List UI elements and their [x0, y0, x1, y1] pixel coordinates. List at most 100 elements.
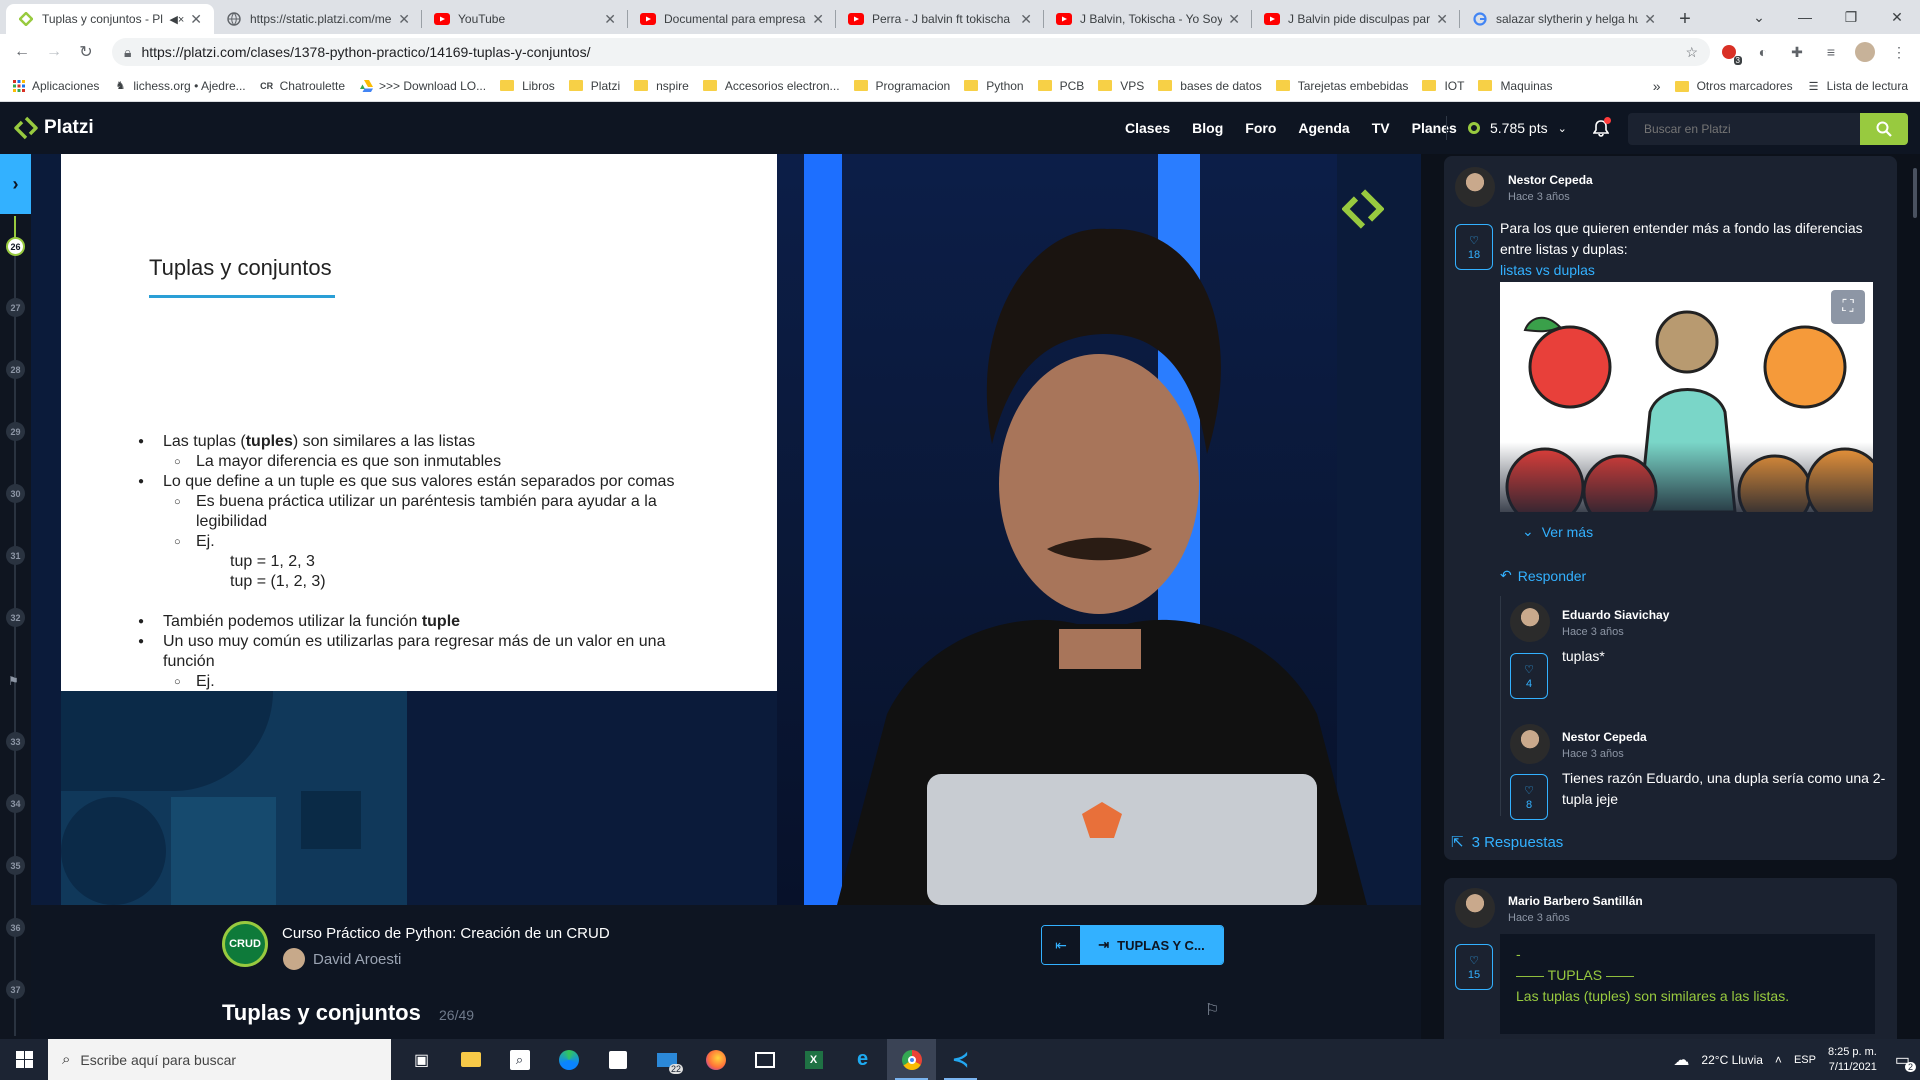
comment-author[interactable]: Mario Barbero Santillán	[1508, 894, 1643, 908]
forward-icon[interactable]: →	[40, 38, 68, 66]
close-tab-icon[interactable]: ✕	[812, 11, 824, 28]
rail-class[interactable]: 31	[6, 546, 25, 565]
avatar[interactable]	[1510, 724, 1550, 764]
bookmark-folder[interactable]: Maquinas	[1478, 79, 1552, 93]
comment-link[interactable]: listas vs duplas	[1500, 262, 1595, 278]
close-window-button[interactable]: ✕	[1874, 0, 1920, 34]
profile-avatar[interactable]	[1854, 41, 1876, 63]
tab-search-icon[interactable]: ⌄	[1736, 0, 1782, 34]
reply-author[interactable]: Eduardo Siavichay	[1562, 608, 1669, 622]
points-menu[interactable]: 5.785 pts ⌄	[1468, 102, 1611, 154]
site-search-input[interactable]	[1628, 113, 1860, 145]
browser-tab[interactable]: Documental para empresa ✕	[628, 4, 836, 34]
chrome-icon[interactable]	[887, 1039, 936, 1080]
close-tab-icon[interactable]: ✕	[190, 11, 202, 28]
browser-tab[interactable]: https://static.platzi.com/me ✕	[214, 4, 422, 34]
excel-icon[interactable]: X	[789, 1039, 838, 1080]
clock[interactable]: 8:25 p. m. 7/11/2021	[1828, 1045, 1877, 1075]
bookmark-folder[interactable]: Accesorios electron...	[702, 79, 840, 93]
comment-image[interactable]: ⛶	[1500, 282, 1873, 512]
previous-class-button[interactable]: ⇤	[1042, 926, 1080, 964]
bookmark-folder[interactable]: VPS	[1098, 79, 1144, 93]
nav-planes[interactable]: Planes	[1412, 120, 1457, 136]
menu-dots-icon[interactable]: ⋮	[1888, 41, 1910, 63]
like-button[interactable]: ♡ 15	[1455, 944, 1493, 990]
store-icon[interactable]	[593, 1039, 642, 1080]
bookmark-folder[interactable]: Libros	[500, 79, 555, 93]
reply-author[interactable]: Nestor Cepeda	[1562, 730, 1647, 744]
task-view-icon[interactable]: ▣	[397, 1039, 446, 1080]
rail-class[interactable]: 32	[6, 608, 25, 627]
search-app-icon[interactable]: ⌕	[495, 1039, 544, 1080]
like-button[interactable]: ♡ 4	[1510, 653, 1548, 699]
rail-class[interactable]: 36	[6, 918, 25, 937]
nav-clases[interactable]: Clases	[1125, 120, 1170, 136]
snipping-tool-icon[interactable]	[740, 1039, 789, 1080]
nav-tv[interactable]: TV	[1372, 120, 1390, 136]
close-tab-icon[interactable]: ✕	[1020, 11, 1032, 28]
bookmark-folder[interactable]: Python	[964, 79, 1024, 93]
rail-class[interactable]: 27	[6, 298, 25, 317]
close-tab-icon[interactable]: ✕	[1644, 11, 1656, 28]
like-button[interactable]: ♡ 8	[1510, 774, 1548, 820]
bookmark-folder[interactable]: Platzi	[568, 79, 620, 93]
chevron-up-icon[interactable]: ˄	[1775, 1053, 1782, 1067]
close-tab-icon[interactable]: ✕	[1228, 11, 1240, 28]
bookmark-folder[interactable]: nspire	[634, 79, 689, 93]
view-replies-button[interactable]: ⇱ 3 Respuestas	[1451, 833, 1563, 852]
extension-icon-2[interactable]: ◐	[1752, 41, 1774, 63]
puzzle-icon[interactable]: ✚	[1786, 41, 1808, 63]
report-flag-icon[interactable]: ⚐	[1205, 1000, 1219, 1020]
course-title[interactable]: Curso Práctico de Python: Creación de un…	[282, 925, 610, 942]
bookmark-folder[interactable]: Tarejetas embebidas	[1275, 79, 1408, 93]
rail-class[interactable]: 35	[6, 856, 25, 875]
rail-class[interactable]: 33	[6, 732, 25, 751]
browser-tab-active[interactable]: Tuplas y conjuntos - Pl ◀× ✕	[6, 4, 214, 34]
video-player[interactable]: Tuplas y conjuntos Las tuplas (tuples) s…	[31, 154, 1421, 905]
teacher[interactable]: David Aroesti	[283, 948, 401, 970]
rail-class[interactable]: 30	[6, 484, 25, 503]
avatar[interactable]	[1510, 602, 1550, 642]
browser-tab[interactable]: Perra - J balvin ft tokischa ✕	[836, 4, 1044, 34]
bookmark-folder[interactable]: PCB	[1037, 79, 1084, 93]
taskbar-search[interactable]: ⌕ Escribe aquí para buscar	[48, 1039, 391, 1080]
rail-class-current[interactable]: 26	[6, 237, 25, 256]
fullscreen-icon[interactable]: ⛶	[1831, 290, 1865, 324]
weather-text[interactable]: 22°C Lluvia	[1701, 1053, 1763, 1067]
rail-class[interactable]: 28	[6, 360, 25, 379]
close-tab-icon[interactable]: ✕	[398, 11, 410, 28]
next-class-button[interactable]: ⇥ TUPLAS Y C...	[1080, 926, 1223, 964]
internet-explorer-icon[interactable]: e	[838, 1039, 887, 1080]
see-more-button[interactable]: ⌄ Ver más	[1522, 523, 1593, 540]
rail-class[interactable]: 29	[6, 422, 25, 441]
mail-icon[interactable]: 22	[642, 1039, 691, 1080]
reading-list[interactable]: ☰ Lista de lectura	[1807, 79, 1908, 93]
comment-author[interactable]: Nestor Cepeda	[1508, 173, 1593, 187]
browser-tab[interactable]: YouTube ✕	[422, 4, 628, 34]
rail-class[interactable]: 37	[6, 980, 25, 999]
edge-icon[interactable]	[544, 1039, 593, 1080]
rail-class[interactable]: 34	[6, 794, 25, 813]
course-badge[interactable]: CRUD	[222, 921, 268, 967]
nav-foro[interactable]: Foro	[1245, 120, 1276, 136]
search-button[interactable]	[1860, 113, 1908, 145]
new-tab-button[interactable]: +	[1668, 4, 1702, 34]
notifications-icon[interactable]: ▭ 2	[1895, 1050, 1916, 1072]
bookmark-folder[interactable]: Programacion	[853, 79, 950, 93]
like-button[interactable]: ♡ 18	[1455, 224, 1493, 270]
bookmark-folder[interactable]: bases de datos	[1158, 79, 1262, 93]
comments-scrollbar[interactable]	[1913, 168, 1917, 218]
other-bookmarks[interactable]: Otros marcadores	[1674, 79, 1793, 93]
vscode-icon[interactable]: ≺	[936, 1039, 985, 1080]
avatar[interactable]	[1455, 167, 1495, 207]
bookmark-star-icon[interactable]: ☆	[1685, 44, 1698, 61]
reply-button[interactable]: ↶ Responder	[1500, 567, 1586, 584]
bookmark-apps[interactable]: Aplicaciones	[12, 79, 99, 93]
browser-tab[interactable]: J Balvin, Tokischa - Yo Soy ✕	[1044, 4, 1252, 34]
browser-tab[interactable]: J Balvin pide disculpas par ✕	[1252, 4, 1460, 34]
firefox-icon[interactable]	[691, 1039, 740, 1080]
bookmarks-more-button[interactable]: »	[1653, 78, 1661, 94]
back-icon[interactable]: ←	[8, 38, 36, 66]
bell-icon[interactable]	[1592, 117, 1611, 137]
avatar[interactable]	[1455, 888, 1495, 928]
